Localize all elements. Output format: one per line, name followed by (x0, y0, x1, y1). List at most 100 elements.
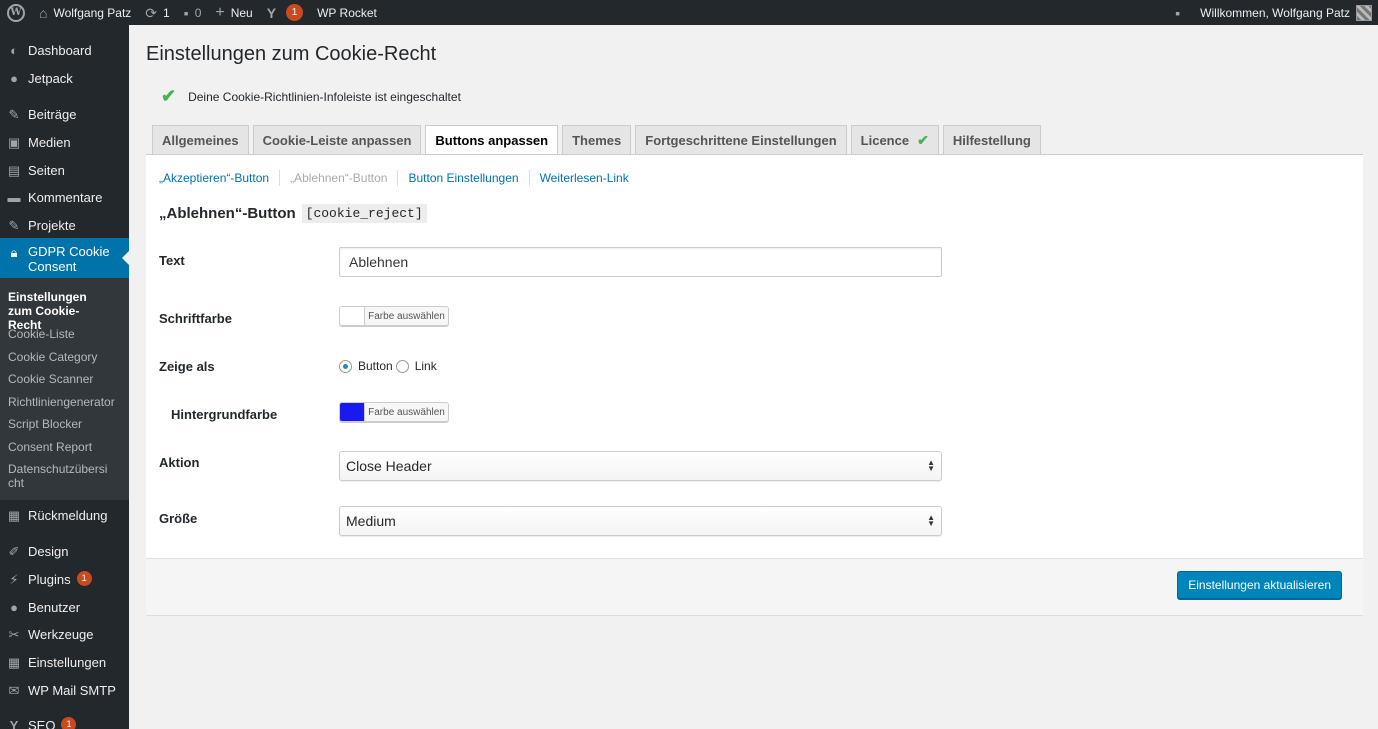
yoast-icon: Y (266, 4, 277, 21)
show-as-link-label: Link (414, 359, 437, 373)
section-title: „Ablehnen“-Button [cookie_reject] (159, 204, 427, 223)
tab-advanced[interactable]: Fortgeschrittene Einstellungen (635, 125, 847, 154)
size-select[interactable]: Medium ▲ ▼ (339, 506, 942, 536)
subnav-accept-button[interactable]: „Akzeptieren“-Button (159, 170, 279, 186)
sidebar-item-label: Rückmeldung (28, 508, 108, 523)
wordpress-logo-icon: W (7, 3, 25, 22)
comment-icon: ▬ (7, 190, 21, 205)
wp-logo-menu[interactable]: W (0, 0, 32, 25)
submenu-item-privacy-overview[interactable]: Datenschutzübersicht (0, 462, 118, 490)
page-icon: ▤ (7, 163, 21, 178)
form-footer: Einstellungen aktualisieren (146, 558, 1363, 616)
notice-text: Deine Cookie-Richtlinien-Infoleiste ist … (188, 89, 461, 104)
my-account-link[interactable]: Willkommen, Wolfgang Patz (1193, 0, 1378, 25)
tab-buttons[interactable]: Buttons anpassen (425, 125, 559, 155)
sidebar-item-benutzer[interactable]: ● Benutzer (0, 599, 129, 616)
new-content-link[interactable]: + Neu (208, 0, 259, 25)
sidebar-item-seiten[interactable]: ▤ Seiten (0, 162, 129, 179)
main-content: Einstellungen zum Cookie-Recht ✔ Deine C… (129, 25, 1378, 729)
notifications-link[interactable]: ▪ (1168, 0, 1193, 25)
sidebar-item-plugins[interactable]: ⚡︎ Plugins 1 (0, 571, 129, 588)
sidebar-item-jetpack[interactable]: ● Jetpack (0, 70, 129, 87)
sidebar-item-seo[interactable]: Y SEO 1 (0, 717, 129, 729)
sidebar-item-kommentare[interactable]: ▬ Kommentare (0, 189, 129, 206)
updates-count: 1 (163, 5, 170, 20)
size-select-value: Medium (346, 513, 396, 529)
yoast-menu[interactable]: Y 1 (260, 0, 310, 25)
section-title-text: „Ablehnen“-Button (159, 205, 296, 222)
sidebar-item-design[interactable]: ✐ Design (0, 543, 129, 560)
sidebar-item-label: Design (28, 544, 69, 559)
font-color-swatch (340, 307, 365, 325)
mail-icon: ✉︎ (8, 683, 20, 698)
sidebar-item-label: Dashboard (28, 43, 92, 58)
choose-color-label: Farbe auswählen (365, 403, 448, 421)
wrench-icon: ✂︎ (8, 627, 20, 642)
lock-icon: 🔒︎ (10, 245, 18, 260)
sidebar-item-label: GDPR Cookie Consent (28, 244, 110, 274)
tab-licence-label: Licence (860, 132, 910, 148)
subnav-button-settings[interactable]: Button Einstellungen (397, 170, 528, 186)
tab-help[interactable]: Hilfestellung (942, 125, 1041, 154)
sidebar-item-beitraege[interactable]: ✎ Beiträge (0, 106, 129, 123)
wp-rocket-menu[interactable]: WP Rocket (310, 0, 384, 25)
font-color-picker[interactable]: Farbe auswählen (339, 306, 449, 326)
updates-link[interactable]: ⟳ 1 (138, 0, 176, 25)
seo-badge: 1 (61, 717, 77, 729)
show-as-button-radio[interactable] (339, 359, 352, 373)
sidebar-item-label: Jetpack (28, 71, 73, 86)
sidebar-item-label: Werkzeuge (28, 627, 94, 642)
sidebar-item-label: Projekte (28, 218, 76, 233)
home-icon: ⌂ (39, 4, 48, 21)
new-label: Neu (230, 5, 253, 20)
sidebar-item-gdpr-cookie-consent[interactable]: 🔒︎ GDPR Cookie Consent (0, 238, 129, 278)
tab-licence[interactable]: Licence ✔ (850, 125, 939, 154)
submenu-item-policy-generator[interactable]: Richtliniengenerator (0, 395, 123, 410)
action-label: Aktion (159, 455, 200, 470)
sidebar-item-rueckmeldung[interactable]: ▦ Rückmeldung (0, 507, 129, 524)
checkmark-icon: ✔ (917, 131, 929, 148)
admin-bar: W ⌂ Wolfgang Patz ⟳ 1 ▪ 0 + Neu Y 1 WP R… (0, 0, 1378, 25)
subnav-read-more-link[interactable]: Weiterlesen-Link (528, 170, 639, 186)
sidebar-item-label: Seiten (28, 163, 65, 178)
select-arrows-icon: ▲ ▼ (927, 458, 935, 473)
text-label: Text (159, 253, 185, 268)
shortcode: [cookie_reject] (301, 204, 427, 223)
show-as-label: Zeige als (159, 359, 215, 374)
site-name-link[interactable]: ⌂ Wolfgang Patz (32, 0, 138, 25)
tab-themes[interactable]: Themes (562, 125, 632, 154)
sidebar-item-wp-mail-smtp[interactable]: ✉︎ WP Mail SMTP (0, 682, 129, 699)
sidebar-item-label: Benutzer (28, 600, 81, 615)
bg-color-label: Hintergrundfarbe (171, 407, 278, 422)
tab-cookie-bar[interactable]: Cookie-Leiste anpassen (252, 125, 422, 154)
settings-icon: ▦ (7, 655, 21, 670)
dashboard-icon: ◐ (10, 43, 18, 58)
tab-allgemeines[interactable]: Allgemeines (152, 125, 249, 154)
save-button[interactable]: Einstellungen aktualisieren (1177, 571, 1342, 599)
submenu-item-cookie-list[interactable]: Cookie-Liste (0, 327, 83, 342)
sidebar-item-werkzeuge[interactable]: ✂︎ Werkzeuge (0, 626, 129, 643)
submenu-item-consent-report[interactable]: Consent Report (0, 440, 100, 455)
plugins-badge: 1 (76, 571, 92, 586)
submenu-item-cookie-scanner[interactable]: Cookie Scanner (0, 372, 101, 387)
sidebar-item-medien[interactable]: ▣ Medien (0, 134, 129, 151)
wp-rocket-label: WP Rocket (317, 5, 377, 20)
text-input[interactable] (339, 247, 942, 277)
action-select[interactable]: Close Header ▲ ▼ (339, 451, 942, 481)
show-as-button-label: Button (358, 359, 393, 373)
sidebar-item-projekte[interactable]: ✎ Projekte (0, 217, 129, 234)
subnav-reject-button[interactable]: „Ablehnen“-Button (279, 170, 397, 186)
checkmark-icon: ✔ (161, 86, 177, 106)
show-as-link-radio[interactable] (395, 359, 409, 373)
choose-color-label: Farbe auswählen (365, 307, 448, 325)
sidebar-item-einstellungen[interactable]: ▦ Einstellungen (0, 654, 129, 671)
sidebar-item-label: SEO (28, 718, 56, 729)
submenu-item-script-blocker[interactable]: Script Blocker (0, 417, 90, 432)
notification-icon: ▪ (1175, 4, 1181, 21)
submenu-item-cookie-category[interactable]: Cookie Category (0, 350, 105, 365)
sidebar-item-dashboard[interactable]: ◐ Dashboard (0, 42, 129, 59)
bg-color-picker[interactable]: Farbe auswählen (339, 402, 449, 422)
bg-color-swatch (340, 403, 365, 421)
submenu-item-cookie-settings[interactable]: Einstellungen zum Cookie-Recht (0, 290, 110, 332)
comments-link[interactable]: ▪ 0 (177, 0, 209, 25)
